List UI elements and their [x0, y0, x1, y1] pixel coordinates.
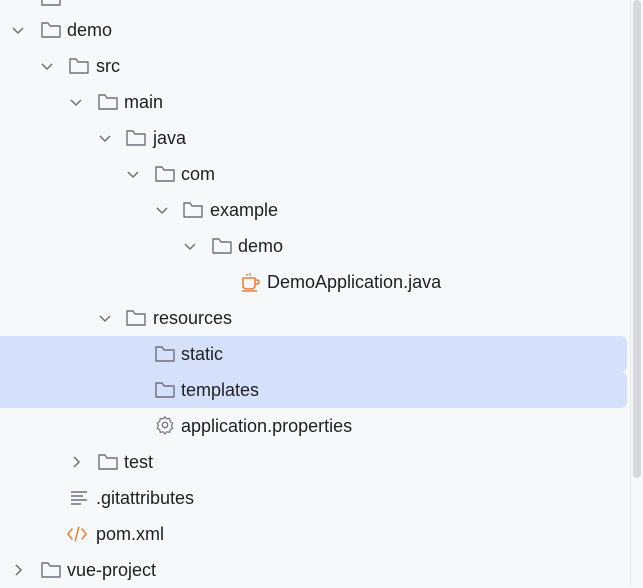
tree-row-vue-project[interactable]: vue-project — [0, 552, 629, 588]
chevron-down-icon[interactable] — [10, 22, 26, 38]
tree-row-gitattributes[interactable]: .gitattributes — [0, 480, 629, 516]
tree-row-application-properties[interactable]: application.properties — [0, 408, 629, 444]
folder-icon — [41, 22, 61, 38]
folder-icon — [183, 202, 203, 218]
folder-icon — [155, 346, 175, 362]
tree-row-resources[interactable]: resources — [0, 300, 629, 336]
tree-item-label: demo — [67, 20, 113, 40]
chevron-down-icon[interactable] — [97, 310, 113, 326]
tree-item-label: DemoApplication.java — [267, 272, 442, 292]
tree-item-label: resources — [153, 308, 233, 328]
tree-item-label: vue-project — [67, 560, 157, 580]
tree-item-label: java — [153, 128, 187, 148]
gear-icon — [156, 416, 174, 435]
folder-icon — [98, 94, 118, 110]
chevron-down-icon[interactable] — [97, 130, 113, 146]
tree-row-main[interactable]: main — [0, 84, 629, 120]
tree-item-label: .gitattributes — [96, 488, 195, 508]
tree-row-templates[interactable]: templates — [0, 372, 627, 408]
xml-code-icon — [66, 526, 88, 542]
folder-icon — [69, 58, 89, 74]
tree-row-demo-package[interactable]: demo — [0, 228, 629, 264]
folder-icon — [41, 0, 61, 6]
chevron-down-icon[interactable] — [154, 202, 170, 218]
tree-row-demo-application[interactable]: DemoApplication.java — [0, 264, 629, 300]
tree-item-label: templates — [181, 380, 260, 400]
tree-row-static[interactable]: static — [0, 336, 627, 372]
chevron-down-icon[interactable] — [68, 94, 84, 110]
tree-row-example[interactable]: example — [0, 192, 629, 228]
folder-icon — [126, 130, 146, 146]
java-class-icon — [242, 273, 260, 292]
tree-row-test[interactable]: test — [0, 444, 629, 480]
tree-row-src[interactable]: src — [0, 48, 629, 84]
folder-icon — [155, 382, 175, 398]
tree-item-label: static — [181, 344, 224, 364]
scrollbar-thumb[interactable] — [633, 0, 641, 478]
tree-item-label: pom.xml — [96, 524, 165, 544]
tree-item-label: main — [124, 92, 164, 112]
tree-row-java[interactable]: java — [0, 120, 629, 156]
folder-icon — [98, 454, 118, 470]
vertical-scrollbar[interactable] — [630, 0, 643, 585]
folder-icon — [41, 562, 61, 578]
chevron-down-icon[interactable] — [125, 166, 141, 182]
tree-item-label: demo — [238, 236, 284, 256]
tree-item-label: application.properties — [181, 416, 353, 436]
tree-item-label: test — [124, 452, 154, 472]
tree-item-label: src — [96, 56, 120, 76]
tree-row-pom-xml[interactable]: pom.xml — [0, 516, 629, 552]
text-lines-icon — [71, 491, 87, 505]
chevron-down-icon[interactable] — [182, 238, 198, 254]
chevron-right-icon[interactable] — [68, 454, 84, 470]
tree-row-demo[interactable]: demo — [0, 12, 629, 48]
chevron-right-icon[interactable] — [10, 562, 26, 578]
folder-icon — [126, 310, 146, 326]
tree-item-label: example — [210, 200, 279, 220]
tree-row-clipped — [0, 0, 629, 6]
project-tree: demo src main java com example demo Demo… — [0, 0, 629, 585]
tree-item-label: com — [181, 164, 216, 184]
chevron-down-icon[interactable] — [39, 58, 55, 74]
tree-row-com[interactable]: com — [0, 156, 629, 192]
folder-icon — [212, 238, 232, 254]
folder-icon — [155, 166, 175, 182]
